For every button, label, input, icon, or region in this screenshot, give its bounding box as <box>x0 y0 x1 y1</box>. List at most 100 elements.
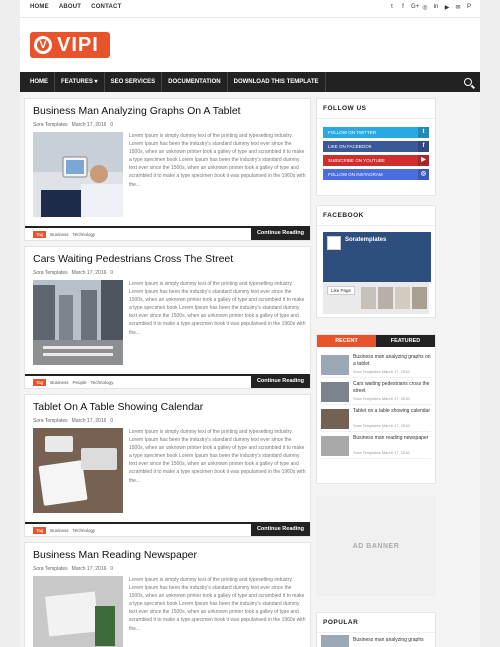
recent-post-item[interactable]: Business man reading newspaper Sora Temp… <box>321 432 431 459</box>
top-nav-home[interactable]: HOME <box>30 4 49 10</box>
facebook-like-button[interactable]: Like Page <box>327 286 356 295</box>
post-title[interactable]: Tablet On A Table Showing Calendar <box>33 401 203 413</box>
recent-post-author: Sora Templates <box>353 450 381 455</box>
popular-title: POPULAR <box>317 613 435 633</box>
nav-seo-services[interactable]: SEO SERVICES <box>105 72 163 92</box>
post-excerpt: Lorem Ipsum is simply dummy text of the … <box>129 429 306 484</box>
recent-post-date: March 17, 2016 <box>381 450 410 455</box>
post-title[interactable]: Business Man Analyzing Graphs On A Table… <box>33 105 241 117</box>
tag-label: Tag <box>33 527 47 534</box>
youtube-icon[interactable]: ▶ <box>444 4 450 11</box>
facebook-widget: FACEBOOK Soratemplates Like Page <box>316 205 436 318</box>
site-header: V VIPI <box>20 18 480 72</box>
post-excerpt: Lorem Ipsum is simply dummy text of the … <box>129 281 306 336</box>
post-comments[interactable]: 0 <box>110 270 113 276</box>
tag-business[interactable]: Business <box>50 232 68 237</box>
recent-post-title[interactable]: Business man analyzing graphs on a table… <box>353 354 433 368</box>
post-comments[interactable]: 0 <box>110 418 113 424</box>
post-thumbnail[interactable] <box>33 132 123 217</box>
post-meta: Sora Templates March 17, 2016 0 <box>33 418 113 424</box>
recent-post-author: Sora Templates <box>353 423 381 428</box>
instagram-icon[interactable]: ◎ <box>422 4 428 11</box>
nav-features[interactable]: FEATURES ▾ <box>55 72 105 92</box>
instagram-icon: ◎ <box>418 169 429 180</box>
social-icons: t f G+ ◎ in ▶ ✉ P <box>389 4 472 11</box>
read-more-button[interactable]: Continue Reading <box>250 374 310 388</box>
logo-mark-icon: V <box>34 36 52 54</box>
follow-facebook-button[interactable]: LIKE ON FACEBOOK f <box>323 141 429 152</box>
site-logo[interactable]: V VIPI <box>30 32 110 58</box>
pinterest-icon[interactable]: P <box>466 4 472 11</box>
post-date: March 17, 2016 <box>71 122 107 128</box>
nav-home[interactable]: HOME <box>24 72 55 92</box>
post-thumbnail[interactable] <box>33 428 123 513</box>
ad-banner[interactable]: AD BANNER <box>316 496 436 596</box>
recent-post-item[interactable]: Business man analyzing graphs on a table… <box>321 351 431 378</box>
top-nav-contact[interactable]: CONTACT <box>91 4 121 10</box>
facebook-icon[interactable]: f <box>400 4 406 11</box>
recent-post-title[interactable]: Business man reading newspaper <box>353 435 433 442</box>
post-date: March 17, 2016 <box>71 566 107 572</box>
post-excerpt: Lorem Ipsum is simply dummy text of the … <box>129 577 306 632</box>
main-nav: HOME FEATURES ▾ SEO SERVICES DOCUMENTATI… <box>20 72 480 92</box>
tag-technology[interactable]: Technology <box>91 380 114 385</box>
post-thumbnail[interactable] <box>33 280 123 365</box>
tag-business[interactable]: Business <box>50 528 68 533</box>
top-bar: HOME ABOUT CONTACT t f G+ ◎ in ▶ ✉ P <box>20 0 480 18</box>
page: HOME ABOUT CONTACT t f G+ ◎ in ▶ ✉ P V V… <box>20 0 480 647</box>
top-nav-about[interactable]: ABOUT <box>59 4 81 10</box>
popular-posts-widget: POPULAR Business man analyzing graphs <box>316 612 436 647</box>
nav-documentation[interactable]: DOCUMENTATION <box>162 72 228 92</box>
linkedin-icon[interactable]: in <box>433 4 439 11</box>
post-meta: Sora Templates March 17, 2016 0 <box>33 122 113 128</box>
post-author[interactable]: Sora Templates <box>33 122 68 128</box>
facebook-page-box[interactable]: Soratemplates Like Page <box>323 232 431 314</box>
email-icon[interactable]: ✉ <box>455 4 461 11</box>
tag-label: Tag <box>33 231 47 238</box>
post-author[interactable]: Sora Templates <box>33 566 68 572</box>
post-card: Cars Waiting Pedestrians Cross The Stree… <box>24 246 311 389</box>
post-author[interactable]: Sora Templates <box>33 270 68 276</box>
read-more-button[interactable]: Continue Reading <box>250 226 310 240</box>
post-author[interactable]: Sora Templates <box>33 418 68 424</box>
tag-label: Tag <box>33 379 47 386</box>
recent-post-item[interactable]: Tablet on a table showing calendar Sora … <box>321 405 431 432</box>
post-comments[interactable]: 0 <box>110 122 113 128</box>
recent-post-title[interactable]: Tablet on a table showing calendar <box>353 408 433 415</box>
nav-download[interactable]: DOWNLOAD THIS TEMPLATE <box>228 72 326 92</box>
post-date: March 17, 2016 <box>71 270 107 276</box>
recent-post-thumbnail <box>321 382 349 402</box>
tag-business[interactable]: Business <box>50 380 68 385</box>
google-plus-icon[interactable]: G+ <box>411 4 419 11</box>
post-thumbnail[interactable] <box>33 576 123 647</box>
post-meta: Sora Templates March 17, 2016 0 <box>33 566 113 572</box>
recent-post-date: March 17, 2016 <box>381 423 410 428</box>
recent-post-author: Sora Templates <box>353 369 381 374</box>
twitter-icon[interactable]: t <box>389 4 395 11</box>
tab-recent[interactable]: RECENT <box>317 335 376 347</box>
popular-post-thumbnail[interactable] <box>321 635 349 647</box>
follow-youtube-button[interactable]: SUBSCRIBE ON YOUTUBE ▶ <box>323 155 429 166</box>
tag-technology[interactable]: Technology <box>73 232 96 237</box>
youtube-icon: ▶ <box>418 155 429 166</box>
post-card: Business Man Reading Newspaper Sora Temp… <box>24 542 311 647</box>
tab-featured[interactable]: FEATURED <box>376 335 435 347</box>
recent-post-date: March 17, 2016 <box>381 396 410 401</box>
recent-post-item[interactable]: Cars waiting pedestrians cross the stree… <box>321 378 431 405</box>
post-meta: Sora Templates March 17, 2016 0 <box>33 270 113 276</box>
tag-technology[interactable]: Technology <box>73 528 96 533</box>
follow-twitter-button[interactable]: FOLLOW ON TWITTER t <box>323 127 429 138</box>
post-title[interactable]: Business Man Reading Newspaper <box>33 549 197 561</box>
post-footer: Tag Business People Technology Continue … <box>25 374 310 388</box>
follow-instagram-button[interactable]: FOLLOW ON INSTAGRAM ◎ <box>323 169 429 180</box>
post-comments[interactable]: 0 <box>110 566 113 572</box>
post-title[interactable]: Cars Waiting Pedestrians Cross The Stree… <box>33 253 233 265</box>
search-icon[interactable] <box>464 78 472 86</box>
tag-people[interactable]: People <box>73 380 87 385</box>
read-more-button[interactable]: Continue Reading <box>250 522 310 536</box>
post-date: March 17, 2016 <box>71 418 107 424</box>
popular-post-title[interactable]: Business man analyzing graphs <box>353 637 424 643</box>
recent-post-author: Sora Templates <box>353 396 381 401</box>
recent-post-title[interactable]: Cars waiting pedestrians cross the stree… <box>353 381 433 395</box>
post-footer: Tag Business Technology Continue Reading <box>25 522 310 536</box>
